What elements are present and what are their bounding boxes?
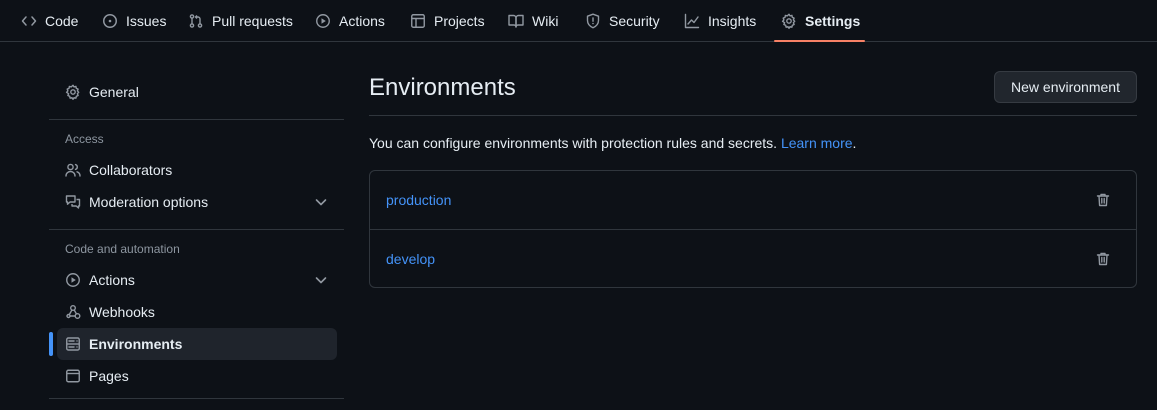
server-icon: [65, 336, 81, 352]
tab-wiki[interactable]: Wiki: [508, 0, 558, 42]
git-pull-request-icon: [188, 13, 204, 29]
sidebar-item-actions[interactable]: Actions: [57, 264, 337, 296]
book-icon: [508, 13, 524, 29]
graph-icon: [684, 13, 700, 29]
tab-insights-label: Insights: [708, 13, 757, 29]
sidebar-item-moderation-options[interactable]: Moderation options: [57, 186, 337, 218]
environment-row: production: [370, 171, 1136, 229]
shield-icon: [585, 13, 601, 29]
trash-icon[interactable]: [1095, 251, 1111, 267]
sidebar-item-webhooks[interactable]: Webhooks: [57, 296, 337, 328]
tab-code-label: Code: [45, 13, 79, 29]
sidebar-item-label: Moderation options: [89, 194, 209, 210]
tab-actions-label: Actions: [339, 13, 385, 29]
description-text: You can configure environments with prot…: [369, 135, 778, 151]
tab-actions[interactable]: Actions: [315, 0, 385, 42]
tab-security-label: Security: [609, 13, 660, 29]
tab-pull-requests-label: Pull requests: [212, 13, 293, 29]
sidebar-item-label: General: [89, 84, 139, 100]
sidebar-divider: [49, 229, 344, 230]
gear-icon: [65, 84, 81, 100]
browser-icon: [65, 368, 81, 384]
play-icon: [315, 13, 331, 29]
repo-nav: Code Issues Pull requests Actions Projec…: [0, 0, 1157, 42]
sidebar-item-label: Environments: [89, 336, 183, 352]
gear-icon: [781, 13, 797, 29]
sidebar-divider: [49, 119, 344, 120]
issue-opened-icon: [102, 13, 118, 29]
sidebar-heading-code-and-automation: Code and automation: [65, 242, 180, 256]
tab-code[interactable]: Code: [21, 0, 78, 42]
tab-projects-label: Projects: [434, 13, 485, 29]
sidebar-item-collaborators[interactable]: Collaborators: [57, 154, 337, 186]
page-description: You can configure environments with prot…: [369, 135, 856, 151]
table-icon: [410, 13, 426, 29]
tab-security[interactable]: Security: [585, 0, 660, 42]
sidebar-item-general[interactable]: General: [57, 76, 337, 108]
tab-pull-requests[interactable]: Pull requests: [188, 0, 293, 42]
tab-wiki-label: Wiki: [532, 13, 559, 29]
webhook-icon: [65, 304, 81, 320]
code-icon: [21, 13, 37, 29]
tab-insights[interactable]: Insights: [684, 0, 756, 42]
environment-link-develop[interactable]: develop: [386, 251, 435, 267]
trash-icon[interactable]: [1095, 192, 1111, 208]
environment-link-production[interactable]: production: [386, 192, 451, 208]
environments-list: production develop: [369, 170, 1137, 288]
sidebar-heading-access: Access: [65, 132, 104, 146]
tab-issues[interactable]: Issues: [102, 0, 166, 42]
tab-projects[interactable]: Projects: [410, 0, 485, 42]
page-title: Environments: [369, 74, 516, 101]
tab-settings-label: Settings: [805, 13, 861, 29]
sidebar-item-environments[interactable]: Environments: [49, 328, 337, 360]
sidebar-item-pages[interactable]: Pages: [57, 360, 337, 392]
header-divider: [369, 115, 1137, 116]
comment-discussion-icon: [65, 194, 81, 210]
sidebar-item-label: Webhooks: [89, 304, 155, 320]
learn-more-link[interactable]: Learn more: [781, 135, 853, 151]
active-indicator: [49, 332, 53, 356]
environment-row: develop: [370, 229, 1136, 288]
sidebar-item-label: Pages: [89, 368, 129, 384]
play-icon: [65, 272, 81, 288]
sidebar-divider: [49, 398, 344, 399]
tab-settings[interactable]: Settings: [781, 0, 860, 42]
chevron-down-icon: [313, 272, 329, 288]
selected-tab-underline: [774, 40, 865, 42]
chevron-down-icon: [313, 194, 329, 210]
new-environment-button[interactable]: New environment: [994, 71, 1137, 103]
sidebar-item-label: Actions: [89, 272, 135, 288]
sidebar-item-label: Collaborators: [89, 162, 173, 178]
tab-issues-label: Issues: [126, 13, 167, 29]
people-icon: [65, 162, 81, 178]
description-end: .: [852, 135, 857, 151]
